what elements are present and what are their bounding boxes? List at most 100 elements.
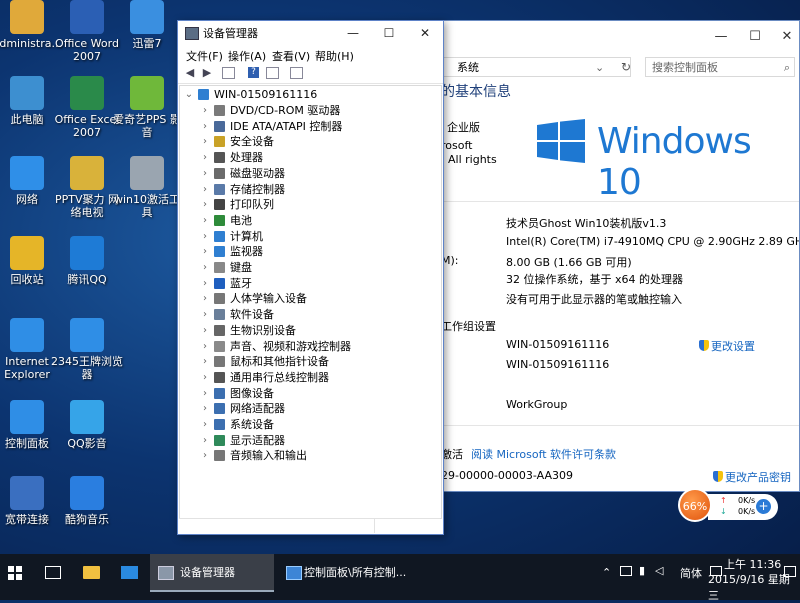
chevron-up-icon[interactable]: ⌃	[602, 566, 611, 579]
chevron-right-icon[interactable]: ›	[200, 417, 210, 433]
scan-hardware-icon[interactable]	[290, 67, 303, 79]
ime-indicator[interactable]: 简体	[680, 565, 702, 581]
chevron-right-icon[interactable]: ›	[200, 103, 210, 119]
desktop-icon[interactable]: QQ影音	[50, 400, 124, 450]
system-titlebar: — ☐ ✕	[441, 21, 799, 54]
view-icon[interactable]	[266, 67, 279, 79]
chevron-right-icon[interactable]: ›	[200, 182, 210, 198]
change-settings-link[interactable]: 更改设置	[699, 338, 755, 354]
chevron-down-icon[interactable]: ⌄	[595, 58, 604, 78]
chevron-right-icon[interactable]: ›	[200, 276, 210, 292]
battery-icon[interactable]: ▮	[639, 564, 645, 577]
desktop-icon[interactable]: win10激活工具	[110, 156, 184, 219]
search-placeholder: 搜索控制面板	[652, 61, 718, 74]
change-product-key-label[interactable]: 更改产品密钥	[725, 471, 791, 484]
back-icon[interactable]: ◀	[183, 66, 197, 79]
help-icon[interactable]: ?	[248, 67, 259, 78]
chevron-right-icon[interactable]: ›	[200, 291, 210, 307]
shield-icon	[699, 340, 709, 351]
desktop-icon[interactable]: 腾讯QQ	[50, 236, 124, 286]
device-tree: ⌄ WIN-01509161116 › DVD/CD-ROM 驱动器 › IDE AT…	[179, 85, 442, 519]
word-icon	[70, 0, 104, 34]
chevron-right-icon[interactable]: ›	[200, 323, 210, 339]
volume-icon[interactable]: ◁	[655, 564, 663, 577]
file-explorer-button[interactable]	[80, 554, 104, 592]
chevron-right-icon[interactable]: ›	[200, 401, 210, 417]
chevron-right-icon[interactable]: ›	[200, 197, 210, 213]
desktop-icon[interactable]: 2345王牌浏览器	[50, 318, 124, 381]
menu-action[interactable]: 操作(A)	[228, 48, 266, 64]
notification-icon[interactable]	[784, 566, 796, 577]
change-product-key-link[interactable]: 更改产品密钥	[713, 469, 791, 485]
product-id-value: 29-00000-00003-AA309	[441, 469, 573, 482]
chevron-right-icon[interactable]: ›	[200, 339, 210, 355]
menu-view[interactable]: 查看(V)	[272, 48, 310, 64]
refresh-icon[interactable]: ↻	[617, 57, 635, 77]
device-category-label: 生物识别设备	[230, 323, 296, 337]
copyright-line-1: rosoft	[441, 139, 473, 152]
device-category-label: 通用串行总线控制器	[230, 370, 329, 384]
breadcrumb-system[interactable]: 系统	[457, 61, 479, 74]
chevron-right-icon[interactable]: ›	[200, 134, 210, 150]
device-category-label: 电池	[230, 213, 252, 227]
menu-file[interactable]: 文件(F)	[186, 48, 223, 64]
chevron-right-icon[interactable]: ›	[200, 119, 210, 135]
change-settings-label[interactable]: 更改设置	[711, 340, 755, 353]
breadcrumb[interactable]: 系统 ⌄	[441, 57, 631, 77]
chevron-right-icon[interactable]: ›	[200, 213, 210, 229]
memory-usage-ball[interactable]: 66%	[678, 488, 712, 522]
workgroup-value: WorkGroup	[506, 398, 568, 411]
maximize-icon[interactable]: ☐	[745, 27, 765, 47]
network-speed-widget[interactable]: ↑ 0K/s ↓ 0K/s 66% +	[678, 488, 782, 524]
chevron-right-icon[interactable]: ›	[200, 260, 210, 276]
desktop-icon[interactable]: 酷狗音乐	[50, 476, 124, 526]
desktop-icon-label: 迅雷7	[132, 37, 162, 50]
chevron-right-icon[interactable]: ›	[200, 244, 210, 260]
chevron-down-icon[interactable]: ⌄	[184, 87, 194, 103]
device-category-label: 磁盘驱动器	[230, 166, 285, 180]
forward-icon[interactable]: ▶	[200, 66, 214, 79]
device-category-label: 软件设备	[230, 308, 274, 322]
minimize-icon[interactable]: —	[337, 22, 369, 44]
device-category-icon	[214, 136, 225, 148]
taskbar: 设备管理器 控制面板\所有控制... ⌃ ▮ ◁ 简体 上午 11:36 201…	[0, 554, 800, 602]
chevron-right-icon[interactable]: ›	[200, 370, 210, 386]
close-icon[interactable]: ✕	[409, 22, 441, 44]
chevron-right-icon[interactable]: ›	[200, 433, 210, 449]
chevron-right-icon[interactable]: ›	[200, 166, 210, 182]
chevron-right-icon[interactable]: ›	[200, 307, 210, 323]
device-category-icon	[214, 262, 225, 273]
task-view-button[interactable]	[40, 554, 66, 592]
start-button[interactable]	[0, 554, 30, 592]
store-button[interactable]	[118, 554, 142, 592]
device-category-label: 存储控制器	[230, 182, 285, 196]
network-icon[interactable]	[620, 566, 632, 576]
chevron-right-icon[interactable]: ›	[200, 354, 210, 370]
minimize-icon[interactable]: —	[711, 27, 731, 47]
system-heading: 的基本信息	[441, 84, 511, 100]
chevron-right-icon[interactable]: ›	[200, 448, 210, 464]
computer-name-value: WIN-01509161116	[506, 338, 610, 351]
desktop-icon[interactable]: 迅雷7	[110, 0, 184, 50]
accelerate-icon[interactable]: +	[756, 499, 771, 514]
taskbar-control-panel[interactable]: 控制面板\所有控制...	[280, 554, 406, 592]
close-icon[interactable]: ✕	[777, 27, 797, 47]
chevron-right-icon[interactable]: ›	[200, 229, 210, 245]
chevron-right-icon[interactable]: ›	[200, 150, 210, 166]
device-category-icon	[214, 403, 225, 415]
clock-time[interactable]: 上午 11:36	[724, 556, 781, 572]
desktop-icon[interactable]: 爱奇艺PPS 影音	[110, 76, 184, 139]
device-category-label: 蓝牙	[230, 276, 252, 290]
device-manager-titlebar[interactable]: 设备管理器 — ☐ ✕	[178, 21, 443, 45]
device-category-icon	[214, 309, 225, 321]
chevron-right-icon[interactable]: ›	[200, 386, 210, 402]
menu-help[interactable]: 帮助(H)	[315, 48, 354, 64]
license-terms-link[interactable]: 阅读 Microsoft 软件许可条款	[471, 446, 616, 462]
maximize-icon[interactable]: ☐	[373, 22, 405, 44]
search-icon[interactable]: ⌕	[784, 58, 790, 78]
device-category-icon	[214, 324, 225, 336]
shield-icon	[713, 471, 723, 482]
taskbar-device-manager[interactable]: 设备管理器	[150, 554, 274, 592]
search-input[interactable]: 搜索控制面板 ⌕	[645, 57, 795, 77]
properties-icon[interactable]	[222, 67, 235, 79]
